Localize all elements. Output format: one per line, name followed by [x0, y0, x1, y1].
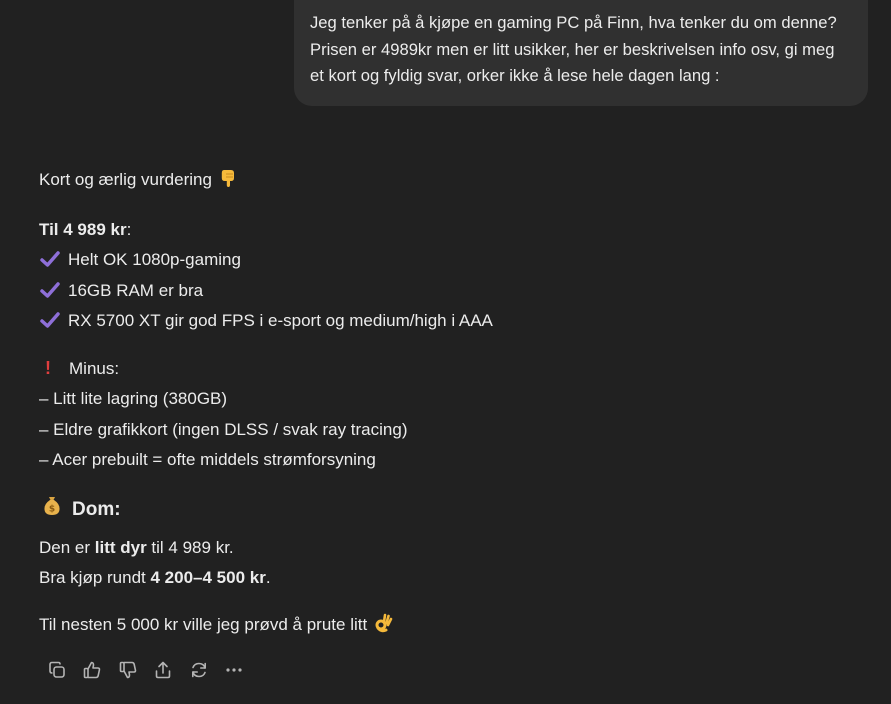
user-message-line: Jeg tenker på å kjøpe en gaming PC på Fi… [310, 13, 837, 32]
check-icon [39, 250, 61, 268]
point-down-emoji-icon [218, 168, 238, 199]
thumbs-down-icon [118, 660, 138, 680]
verdict-line: Bra kjøp rundt 4 200–4 500 kr. [39, 563, 859, 594]
ok-hand-emoji-icon [373, 613, 393, 644]
user-message-line: et kort og fyldig svar, orker ikke å les… [310, 66, 720, 85]
verdict-bold: litt dyr [94, 537, 147, 557]
verdict-text: . [265, 568, 271, 587]
con-item: – Eldre grafikkort (ingen DLSS / svak ra… [39, 419, 408, 439]
check-icon [39, 311, 61, 329]
regenerate-button[interactable] [181, 657, 217, 683]
svg-text:$: $ [49, 505, 55, 515]
cons-heading-text: Minus: [69, 358, 120, 378]
verdict-line: Den er litt dyr til 4 989 kr. [39, 533, 859, 564]
pros-heading-colon: : [126, 219, 132, 239]
verdict-text: Den er [39, 537, 95, 557]
closing-line: Til nesten 5 000 kr ville jeg prøvd å pr… [39, 610, 859, 644]
intro-text: Kort og ærlig vurdering [39, 170, 212, 189]
con-item: – Litt lite lagring (380GB) [39, 389, 228, 408]
share-button[interactable] [146, 657, 182, 683]
pro-item-text: 16GB RAM er bra [68, 280, 204, 300]
copy-icon [47, 660, 67, 680]
check-icon [39, 281, 61, 299]
moneybag-emoji-icon: $ [42, 494, 62, 527]
more-icon [224, 660, 244, 680]
verdict-bold: 4 200–4 500 kr [150, 568, 266, 587]
verdict-text: Bra kjøp rundt [39, 568, 151, 587]
closing-text: Til nesten 5 000 kr ville jeg prøvd å pr… [39, 614, 368, 634]
pros-heading: Til 4 989 kr: [39, 215, 859, 246]
pro-item: Helt OK 1080p-gaming [39, 245, 859, 276]
more-options-button[interactable] [217, 657, 253, 683]
pro-item-text: RX 5700 XT gir god FPS i e-sport og medi… [68, 311, 493, 330]
intro-line: Kort og ærlig vurdering [39, 165, 859, 199]
verdict-heading: $ Dom: [39, 494, 859, 528]
pro-item: RX 5700 XT gir god FPS i e-sport og medi… [39, 306, 859, 337]
pros-heading-text: Til 4 989 kr [39, 219, 127, 239]
exclamation-icon: ! [45, 357, 51, 378]
share-icon [153, 660, 173, 680]
pro-item-text: Helt OK 1080p-gaming [68, 250, 241, 269]
assistant-message: Kort og ærlig vurdering Til 4 989 kr: He… [39, 165, 859, 643]
regenerate-icon [189, 660, 209, 680]
like-button[interactable] [75, 657, 111, 683]
cons-heading: ! Minus: [39, 353, 859, 385]
dislike-button[interactable] [110, 657, 146, 683]
verdict-heading-text: Dom: [72, 499, 121, 521]
pro-item: 16GB RAM er bra [39, 276, 859, 307]
thumbs-up-icon [82, 660, 102, 680]
copy-button[interactable] [39, 657, 75, 683]
con-item: – Acer prebuilt = ofte middels strømfors… [39, 450, 376, 469]
verdict-text: til 4 989 kr. [146, 537, 234, 557]
user-message-bubble: Jeg tenker på å kjøpe en gaming PC på Fi… [294, 0, 868, 106]
user-message-line: Prisen er 4989kr men er litt usikker, he… [310, 39, 835, 59]
message-actions-toolbar [39, 657, 252, 683]
